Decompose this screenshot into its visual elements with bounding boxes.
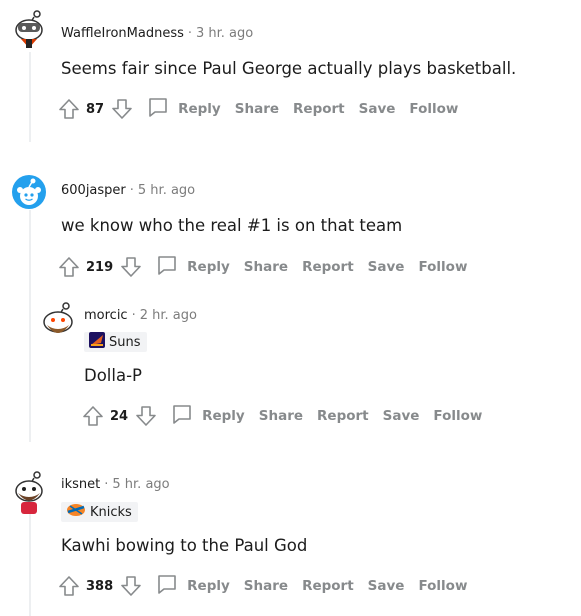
- flair-label: Suns: [109, 334, 141, 350]
- report-button[interactable]: Report: [302, 578, 354, 594]
- share-button[interactable]: Share: [235, 101, 279, 117]
- comment-body: Seems fair since Paul George actually pl…: [61, 59, 517, 78]
- knicks-logo-icon: [66, 503, 86, 521]
- comment-actions: 87 Reply Share Report Save Follow: [57, 95, 458, 123]
- reply-label[interactable]: Reply: [202, 408, 245, 424]
- reply-label[interactable]: Reply: [178, 101, 221, 117]
- vote-group: 388: [57, 574, 143, 598]
- comment-body: we know who the real #1 is on that team: [61, 216, 403, 235]
- user-avatar[interactable]: [40, 301, 76, 337]
- separator-dot: ·: [131, 308, 136, 323]
- follow-button[interactable]: Follow: [433, 408, 482, 424]
- comment-icon: [170, 402, 194, 430]
- vote-count: 24: [110, 408, 129, 424]
- separator-dot: ·: [187, 26, 192, 41]
- thread-line[interactable]: [29, 52, 31, 142]
- comment-header: WaffleIronMadness · 3 hr. ago: [61, 26, 253, 41]
- vote-count: 388: [86, 578, 114, 594]
- username[interactable]: morcic: [84, 308, 128, 323]
- comment-actions: 219 Reply Share Report Save Follow: [57, 253, 467, 281]
- reply-button[interactable]: Reply: [170, 402, 245, 430]
- reply-label[interactable]: Reply: [187, 259, 230, 275]
- user-avatar[interactable]: [11, 174, 47, 210]
- user-avatar[interactable]: [11, 470, 47, 514]
- vote-count: 219: [86, 259, 114, 275]
- downvote-icon[interactable]: [134, 404, 158, 428]
- comment-icon: [146, 95, 170, 123]
- comment-header: 600jasper · 5 hr. ago: [61, 183, 195, 198]
- downvote-icon[interactable]: [119, 574, 143, 598]
- separator-dot: ·: [104, 477, 109, 492]
- reply-button[interactable]: Reply: [155, 253, 230, 281]
- user-avatar[interactable]: [11, 8, 47, 48]
- separator-dot: ·: [129, 183, 134, 198]
- save-button[interactable]: Save: [383, 408, 420, 424]
- flair-label: Knicks: [90, 504, 132, 520]
- save-button[interactable]: Save: [368, 578, 405, 594]
- upvote-icon[interactable]: [57, 97, 81, 121]
- save-button[interactable]: Save: [359, 101, 396, 117]
- timestamp[interactable]: 2 hr. ago: [140, 308, 197, 323]
- thread-line[interactable]: [29, 510, 31, 616]
- user-flair: Suns: [84, 332, 147, 352]
- share-button[interactable]: Share: [244, 259, 288, 275]
- vote-group: 24: [81, 404, 158, 428]
- report-button[interactable]: Report: [293, 101, 345, 117]
- comment-actions: 24 Reply Share Report Save Follow: [81, 402, 482, 430]
- reply-button[interactable]: Reply: [146, 95, 221, 123]
- save-button[interactable]: Save: [368, 259, 405, 275]
- share-button[interactable]: Share: [259, 408, 303, 424]
- reply-button[interactable]: Reply: [155, 572, 230, 600]
- comment-body: Kawhi bowing to the Paul God: [61, 536, 308, 555]
- upvote-icon[interactable]: [81, 404, 105, 428]
- timestamp[interactable]: 5 hr. ago: [112, 477, 169, 492]
- downvote-icon[interactable]: [119, 255, 143, 279]
- vote-group: 219: [57, 255, 143, 279]
- downvote-icon[interactable]: [110, 97, 134, 121]
- comment-icon: [155, 572, 179, 600]
- comment-icon: [155, 253, 179, 281]
- user-flair: Knicks: [61, 502, 138, 522]
- upvote-icon[interactable]: [57, 255, 81, 279]
- timestamp[interactable]: 3 hr. ago: [196, 26, 253, 41]
- username[interactable]: WaffleIronMadness: [61, 26, 184, 41]
- timestamp[interactable]: 5 hr. ago: [138, 183, 195, 198]
- share-button[interactable]: Share: [244, 578, 288, 594]
- thread-line[interactable]: [29, 210, 31, 442]
- vote-count: 87: [86, 101, 105, 117]
- comment-header: morcic · 2 hr. ago: [84, 308, 197, 323]
- vote-group: 87: [57, 97, 134, 121]
- username[interactable]: 600jasper: [61, 183, 126, 198]
- comment-header: iksnet · 5 hr. ago: [61, 477, 170, 492]
- upvote-icon[interactable]: [57, 574, 81, 598]
- reply-label[interactable]: Reply: [187, 578, 230, 594]
- report-button[interactable]: Report: [302, 259, 354, 275]
- follow-button[interactable]: Follow: [418, 259, 467, 275]
- report-button[interactable]: Report: [317, 408, 369, 424]
- suns-logo-icon: [89, 332, 105, 352]
- follow-button[interactable]: Follow: [409, 101, 458, 117]
- comment-body: Dolla-P: [84, 366, 142, 385]
- follow-button[interactable]: Follow: [418, 578, 467, 594]
- username[interactable]: iksnet: [61, 477, 100, 492]
- comment-actions: 388 Reply Share Report Save Follow: [57, 572, 467, 600]
